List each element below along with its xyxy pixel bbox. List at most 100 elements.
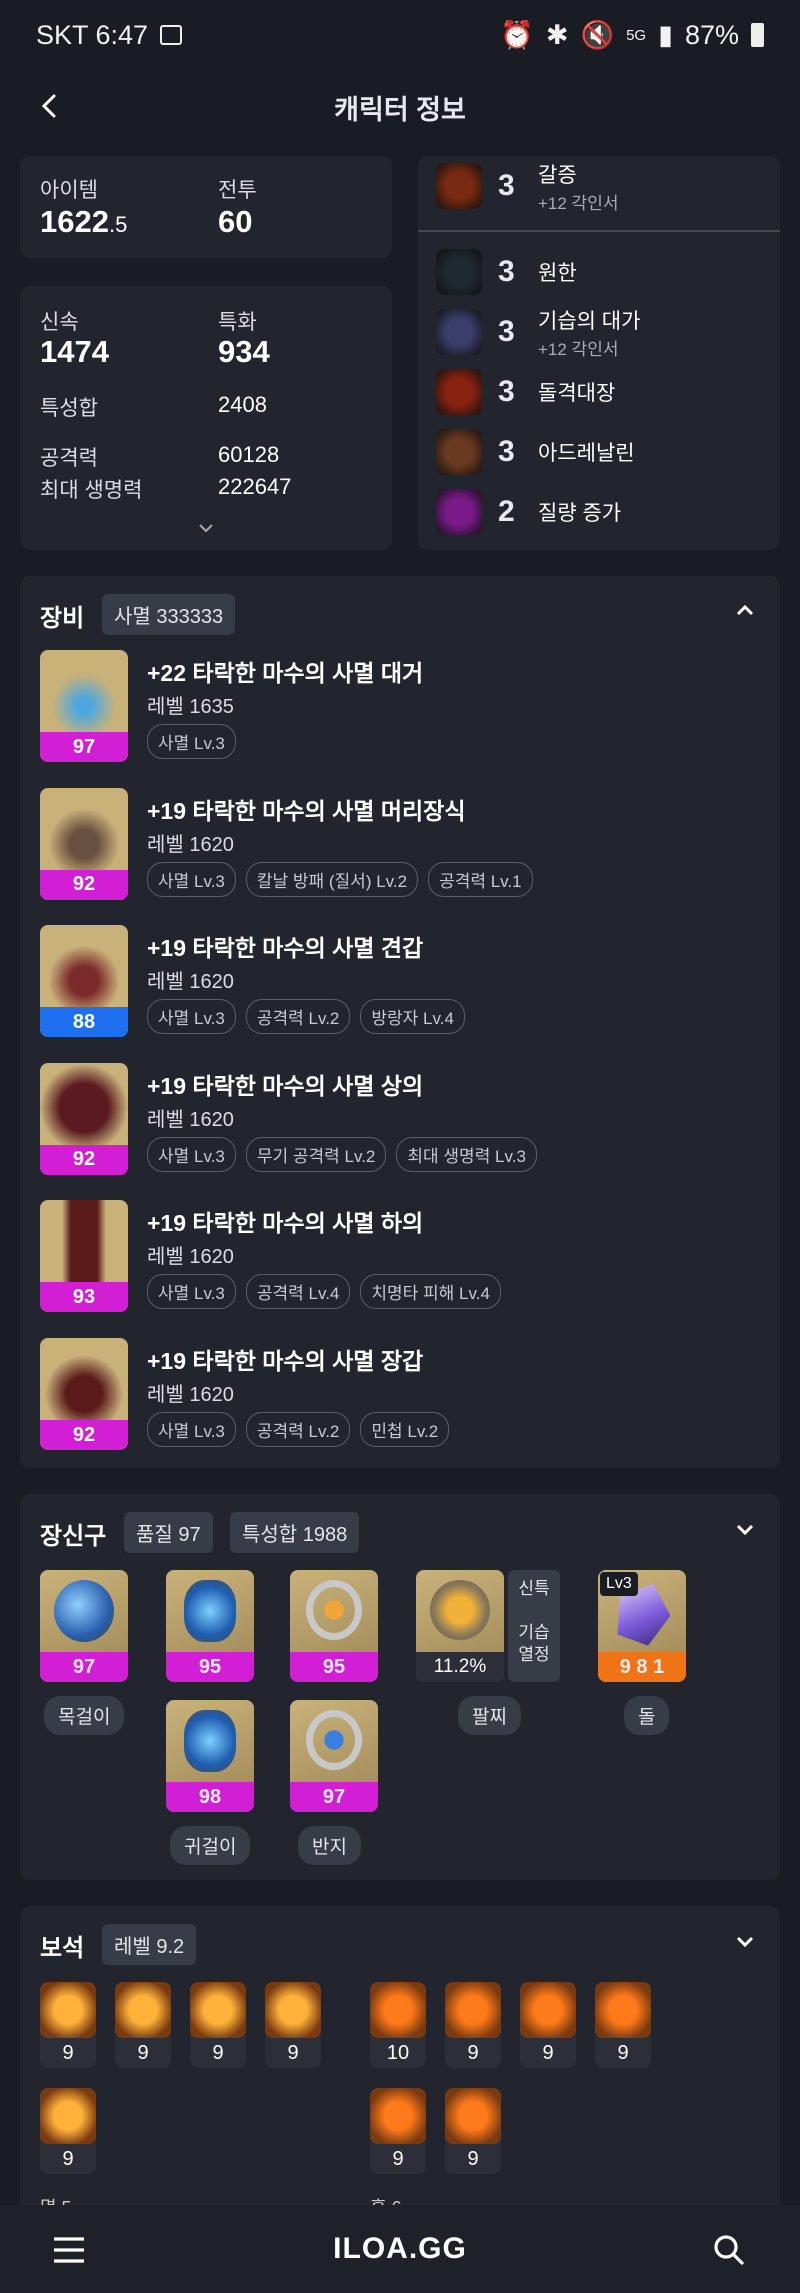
equipment-level: 레벨 1635 [147, 696, 234, 718]
engraving-row[interactable]: 3 원한 [436, 246, 577, 298]
menu-icon[interactable] [52, 2235, 86, 2265]
signal-icon: ▮ [658, 19, 673, 50]
equipment-thumbnail: 92 [40, 1062, 128, 1175]
gem-level: 9 [287, 2041, 299, 2064]
collapse-chevron-icon[interactable] [730, 596, 760, 626]
engraving-row[interactable]: 2 질량 증가 [436, 486, 621, 538]
gem-level: 9 [62, 2041, 74, 2064]
app-logo[interactable]: ILOA.GG [333, 2232, 467, 2266]
app-header: 캐릭터 정보 [0, 70, 800, 144]
gem-level: 9 [617, 2041, 629, 2064]
engraving-name: 돌격대장 [538, 382, 616, 405]
gem-icon [445, 1982, 501, 2038]
attack-label: 공격력 [40, 447, 98, 470]
alarm-icon: ⏰ [500, 20, 534, 50]
item-level-value: 1622.5 [40, 204, 128, 239]
engraving-row[interactable]: 3 기습의 대가 +12 각인서 [436, 306, 641, 359]
gem-slot[interactable]: 9 [370, 2088, 426, 2174]
gem-icon [115, 1982, 171, 2038]
stone-level: Lv3 [600, 1572, 638, 1596]
equipment-set-badge: 사멸 333333 [102, 594, 236, 635]
ring-slot-1[interactable]: 95 [290, 1570, 378, 1682]
engraving-row[interactable]: 3 아드레날린 [436, 426, 635, 478]
effect-tag: 최대 생명력 Lv.3 [396, 1136, 537, 1172]
engraving-book: +12 각인서 [538, 339, 619, 359]
necklace-slot[interactable]: 97 [40, 1570, 128, 1682]
gem-icon [370, 1982, 426, 2038]
search-icon[interactable] [712, 2233, 746, 2267]
page-title: 캐릭터 정보 [334, 94, 466, 125]
bracelet-icon [430, 1580, 490, 1640]
equipment-item[interactable]: 97 +22 타락한 마수의 사멸 대거 레벨 1635 사멸 Lv.3 [20, 648, 760, 766]
gem-level: 9 [467, 2041, 479, 2064]
ring-slot-2[interactable]: 97 [290, 1700, 378, 1812]
gem-slot[interactable]: 9 [115, 1982, 171, 2068]
equipment-item[interactable]: 93 +19 타락한 마수의 사멸 하의 레벨 1620 사멸 Lv.3 공격력 Lv.… [20, 1198, 760, 1316]
engraving-icon [436, 489, 482, 535]
gem-slot[interactable]: 9 [520, 1982, 576, 2068]
gem-slot[interactable]: 9 [40, 2088, 96, 2174]
battle-level-label: 전투 [218, 179, 257, 202]
gem-icon [445, 2088, 501, 2144]
gem-icon [40, 1982, 96, 2038]
expand-chevron-icon[interactable] [730, 1514, 760, 1544]
effect-tag: 사멸 Lv.3 [147, 724, 236, 759]
ability-stone-slot[interactable]: Lv3 9 8 1 [598, 1570, 686, 1682]
gem-level: 9 [62, 2147, 74, 2170]
gem-icon [370, 2088, 426, 2144]
gem-icon [595, 1982, 651, 2038]
equipment-name: +19 타락한 마수의 사멸 머리장식 [147, 797, 466, 824]
gem-slot[interactable]: 10 [370, 1982, 426, 2068]
effect-tag: 사멸 Lv.3 [147, 999, 236, 1035]
battle-level-value: 60 [218, 204, 253, 239]
gem-level: 9 [212, 2041, 224, 2064]
engraving-row[interactable]: 3 돌격대장 [436, 366, 615, 418]
gem-level: 10 [386, 2041, 410, 2064]
equipment-item[interactable]: 92 +19 타락한 마수의 사멸 장갑 레벨 1620 사멸 Lv.3 공격력 Lv.… [20, 1336, 760, 1454]
earring-label: 귀걸이 [170, 1826, 251, 1865]
quality-badge: 92 [40, 869, 128, 900]
effect-tag: 민첩 Lv.2 [360, 1412, 450, 1447]
gem-slot[interactable]: 9 [40, 1982, 96, 2068]
bracelet-slot[interactable]: 11.2% [416, 1570, 504, 1682]
quality-badge: 95 [166, 1652, 254, 1682]
gem-slot[interactable]: 9 [445, 2088, 501, 2174]
effect-tag: 치명타 피해 Lv.4 [360, 1274, 501, 1310]
swift-label: 신속 [40, 311, 79, 334]
engraving-level: 3 [498, 315, 515, 348]
equipment-item[interactable]: 92 +19 타락한 마수의 사멸 상의 레벨 1620 사멸 Lv.3 무기 공격력 … [20, 1061, 760, 1179]
gem-slot[interactable]: 9 [445, 1982, 501, 2068]
engraving-row[interactable]: 3 갈증 +12 각인서 [436, 160, 618, 213]
gem-slot[interactable]: 9 [595, 1982, 651, 2068]
effect-tag: 사멸 Lv.3 [147, 1274, 236, 1310]
accessory-quality-badge: 품질 97 [124, 1512, 213, 1553]
gem-slot[interactable]: 9 [265, 1982, 321, 2068]
gem-icon [190, 1982, 246, 2038]
gem-icon [265, 1982, 321, 2038]
gem-icon [40, 2088, 96, 2144]
expand-chevron-icon[interactable] [730, 1926, 760, 1956]
earring-slot-2[interactable]: 98 [166, 1700, 254, 1812]
equipment-tags: 사멸 Lv.3 무기 공격력 Lv.2 최대 생명력 Lv.3 [147, 1136, 537, 1172]
stat-total-label: 특성합 [40, 397, 98, 420]
gems-level-badge: 레벨 9.2 [102, 1924, 197, 1965]
gem-slot[interactable]: 9 [190, 1982, 246, 2068]
back-icon[interactable] [30, 86, 70, 126]
battery-text: 87% [684, 19, 739, 50]
equipment-item[interactable]: 88 +19 타락한 마수의 사멸 견갑 레벨 1620 사멸 Lv.3 공격력 Lv.… [20, 923, 760, 1041]
equipment-thumbnail: 88 [40, 925, 128, 1038]
gem-level: 9 [542, 2041, 554, 2064]
engraving-level: 3 [498, 375, 515, 408]
engraving-level: 3 [498, 169, 515, 202]
equipment-thumbnail: 93 [40, 1200, 128, 1313]
engraving-level: 3 [498, 435, 515, 468]
earring-slot-1[interactable]: 95 [166, 1570, 254, 1682]
expand-chevron-icon[interactable] [196, 518, 216, 538]
stone-value: 9 8 1 [598, 1652, 686, 1682]
equipment-item[interactable]: 92 +19 타락한 마수의 사멸 머리장식 레벨 1620 사멸 Lv.3 칼날 방패… [20, 786, 760, 904]
mute-icon: 🔇 [580, 20, 615, 50]
engraving-name: 기습의 대가 [538, 309, 641, 333]
engraving-name: 원한 [538, 262, 577, 285]
equipment-level: 레벨 1620 [147, 971, 234, 994]
stats-card[interactable]: 신속 1474 특화 934 특성합 2408 공격력 60128 최대 생명력… [20, 286, 392, 550]
